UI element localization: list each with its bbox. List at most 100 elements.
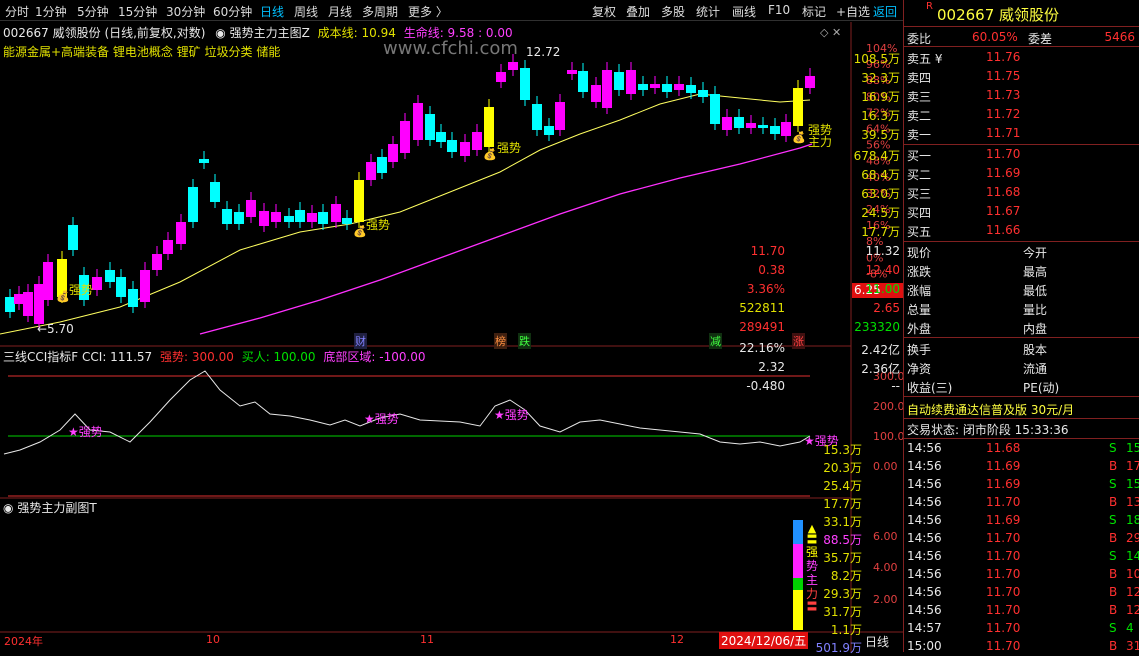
stat-label: 量比 [1023, 303, 1048, 317]
current-date-tag: 2024/12/06/五 [719, 632, 809, 649]
tab-weekly[interactable]: 周线 [294, 3, 318, 20]
candle [770, 126, 780, 134]
candle [34, 284, 44, 324]
ask-volume: 16.3万 [861, 109, 900, 123]
tab-1min[interactable]: 1分钟 [35, 3, 67, 20]
bid-label: 买三 [907, 187, 932, 201]
tick-time: 14:56 [907, 441, 942, 455]
event-marker[interactable]: 财 [354, 333, 367, 349]
tick-time: 14:56 [907, 477, 942, 491]
tab-more[interactable]: 更多 〉 [408, 3, 448, 20]
tick-time: 14:56 [907, 495, 942, 509]
stat-label: 流通 [1023, 362, 1048, 376]
sub-axis-label: 2.00 [873, 593, 898, 606]
tick-side: B [1109, 531, 1118, 545]
stat-value: 22.16% [739, 341, 785, 355]
event-marker[interactable]: 减 [709, 333, 722, 349]
tick-volume: 17.7万 [823, 497, 862, 511]
sub-bar [793, 544, 803, 578]
candle [163, 240, 173, 254]
tick-time: 14:56 [907, 459, 942, 473]
tick-price: 11.70 [986, 585, 1021, 599]
candle [5, 297, 15, 312]
tick-count: 15 [1126, 441, 1139, 455]
btn-back[interactable]: 返回 [873, 3, 897, 20]
tick-count: 4 [1126, 621, 1134, 635]
tick-volume: 25.4万 [823, 479, 862, 493]
tab-15min[interactable]: 15分钟 [118, 3, 157, 20]
pane-controls-icon[interactable]: ◇ ✕ [820, 26, 841, 39]
tab-30min[interactable]: 30分钟 [166, 3, 205, 20]
vertical-label: 主 [806, 573, 819, 587]
stat-value: -0.480 [746, 379, 785, 393]
btn-overlay[interactable]: 叠加 [626, 3, 650, 20]
candle [271, 212, 281, 222]
signal-label: 强势 [366, 218, 391, 232]
vertical-label: 力 [806, 587, 819, 601]
sub-axis-label: 6.00 [873, 530, 898, 543]
equal-icon: 〓 [806, 533, 818, 546]
period-label[interactable]: 日线 [865, 633, 889, 650]
stat-value: 11.70 [750, 244, 785, 258]
stat-value: 233320 [854, 320, 900, 334]
weicha-value: 5466 [1104, 30, 1135, 44]
watermark: www.cfchi.com [383, 38, 518, 59]
ask-volume: 108.5万 [853, 52, 900, 66]
candle [284, 216, 294, 222]
chart-area[interactable]: 104%96%88%80%72%64%56%48%40%32%24%16%8%0… [0, 22, 903, 652]
btn-stats[interactable]: 统计 [696, 3, 720, 20]
candle [460, 142, 470, 156]
candle [377, 157, 387, 173]
tab-monthly[interactable]: 月线 [328, 3, 352, 20]
divider [904, 418, 1139, 419]
event-marker[interactable]: 涨 [792, 333, 805, 349]
low-price-label: ←5.70 [37, 322, 74, 336]
cci-axis-label: 100.0 [873, 430, 903, 443]
bid-volume: 68.4万 [861, 168, 900, 182]
candle [140, 270, 150, 302]
event-marker[interactable]: 跌 [518, 333, 531, 349]
stat-value: 0.38 [758, 263, 785, 277]
btn-fuquan[interactable]: 复权 [592, 3, 616, 20]
tab-multi-period[interactable]: 多周期 [362, 3, 398, 20]
bid-price: 11.68 [986, 185, 1021, 199]
stat-label: 内盘 [1023, 322, 1048, 336]
btn-draw[interactable]: 画线 [732, 3, 756, 20]
stat-value: 11.32 [865, 244, 900, 258]
candle [188, 187, 198, 222]
event-marker[interactable]: 榜 [494, 333, 507, 349]
high-price-label: 12.72 [526, 45, 561, 59]
stat-value: 522811 [739, 301, 785, 315]
btn-add-watch[interactable]: +自选 [836, 3, 870, 20]
candle [793, 88, 803, 126]
candle [532, 104, 542, 130]
bid-price: 11.70 [986, 147, 1021, 161]
btn-f10[interactable]: F10 [768, 3, 790, 17]
indicator-close-icon[interactable]: ◉ [215, 26, 225, 40]
candle [602, 70, 612, 108]
tick-price: 11.70 [986, 531, 1021, 545]
promo-link[interactable]: 自动续费通达信普及版 30元/月 [907, 401, 1074, 418]
candle [447, 140, 457, 152]
tab-daily[interactable]: 日线 [260, 3, 284, 20]
btn-mark[interactable]: 标记 [802, 3, 826, 20]
tick-time: 14:56 [907, 603, 942, 617]
sub-bar [793, 590, 803, 630]
pane-icon[interactable]: ◉ [3, 501, 13, 515]
tick-time: 14:56 [907, 531, 942, 545]
btn-multi-stock[interactable]: 多股 [661, 3, 685, 20]
tab-fenshi[interactable]: 分时 [5, 3, 29, 20]
candle [14, 294, 24, 304]
tick-volume: 29.3万 [823, 587, 862, 601]
tick-time: 14:56 [907, 567, 942, 581]
cci-axis-label: 0.00 [873, 460, 898, 473]
badge-icon: R [926, 1, 933, 12]
tab-5min[interactable]: 5分钟 [77, 3, 109, 20]
tick-volume: 31.7万 [823, 605, 862, 619]
stat-label: PE(动) [1023, 381, 1060, 395]
concept-tags: 能源金属+高端装备 锂电池概念 锂矿 垃圾分类 储能 [3, 45, 281, 59]
main-indicator-name: 强势主力主图Z [229, 26, 310, 40]
ask-price: 11.72 [986, 107, 1021, 121]
candle [544, 126, 554, 135]
tab-60min[interactable]: 60分钟 [213, 3, 252, 20]
